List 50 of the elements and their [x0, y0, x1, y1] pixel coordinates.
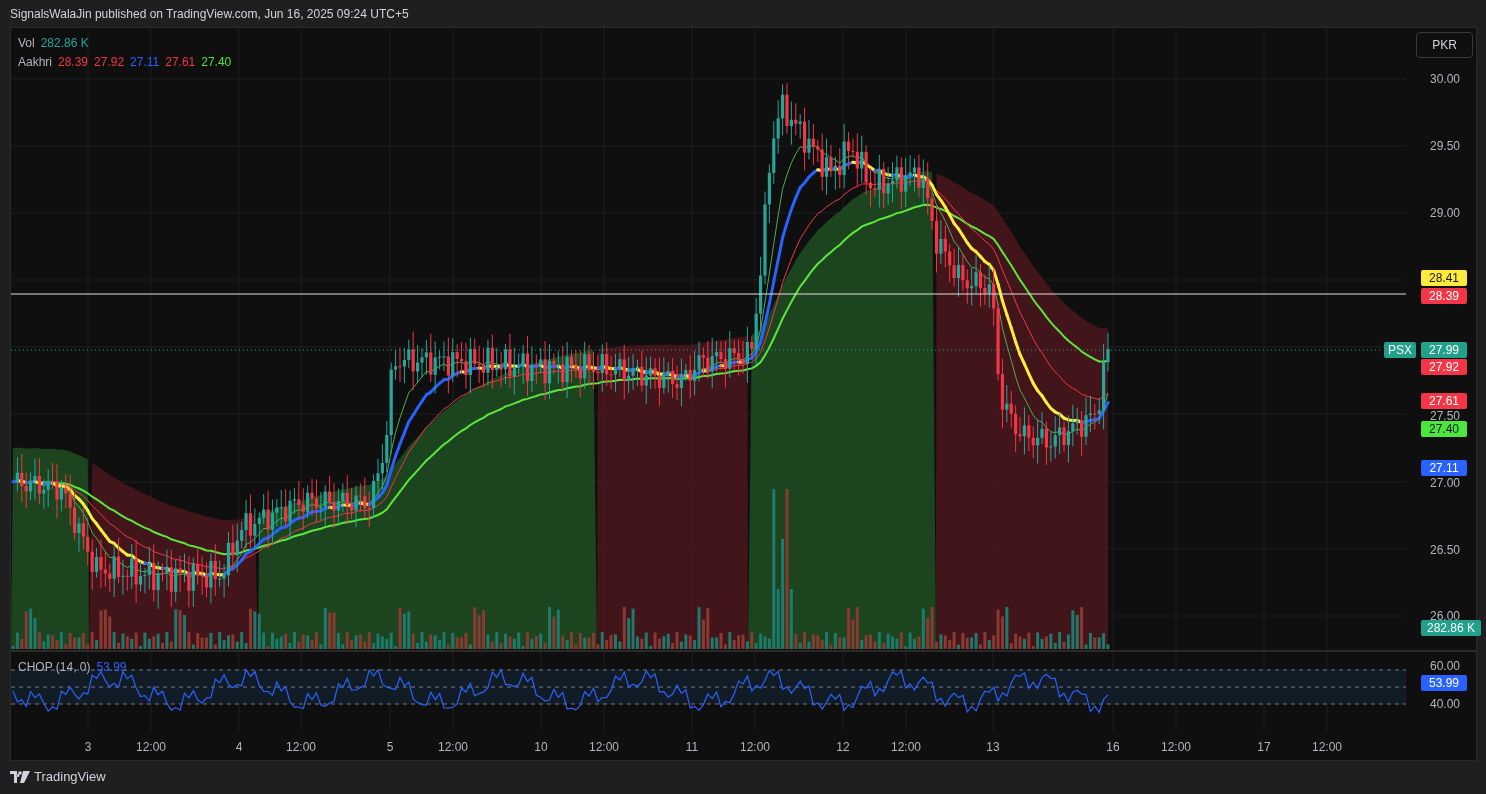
time-label: 12:00 — [890, 739, 922, 756]
currency-button[interactable]: PKR — [1416, 32, 1473, 58]
time-label: 11 — [684, 739, 700, 756]
price-badge: 27.99 — [1421, 342, 1467, 358]
price-badge: 27.92 — [1421, 359, 1467, 375]
price-label: 27.50 — [1429, 409, 1461, 423]
price-badge: 27.40 — [1421, 421, 1467, 437]
legend-value: 282.86 K — [40, 35, 89, 52]
price-badge: 282.86 K — [1421, 620, 1481, 636]
time-label: 12:00 — [1311, 739, 1343, 756]
legend-label: Vol — [18, 35, 35, 52]
time-label: 4 — [234, 739, 244, 756]
price-badge: 27.61 — [1421, 393, 1467, 409]
legend-value: 27.11 — [130, 54, 160, 71]
price-label: 26.50 — [1429, 543, 1461, 557]
price-label: 29.00 — [1429, 206, 1461, 220]
legend-value: 27.92 — [94, 54, 125, 71]
time-label: 10 — [533, 739, 549, 756]
price-label: 30.00 — [1429, 72, 1461, 86]
price-badge: 28.41 — [1421, 270, 1467, 286]
chop-value: 53.99 — [96, 659, 127, 676]
chop-badge: 53.99 — [1421, 675, 1467, 691]
tradingview-logo-icon — [10, 770, 30, 783]
time-label: 3 — [83, 739, 93, 756]
legend-value: 28.39 — [58, 54, 89, 71]
time-label: 12:00 — [588, 739, 620, 756]
time-label: 12 — [835, 739, 851, 756]
legend-value: 27.61 — [165, 54, 196, 71]
time-label: 12:00 — [285, 739, 317, 756]
price-label: 60.00 — [1429, 659, 1461, 673]
price-label: 40.00 — [1429, 697, 1461, 711]
time-label: 12:00 — [739, 739, 771, 756]
time-label: 12:00 — [135, 739, 167, 756]
price-label: 26.00 — [1429, 609, 1461, 623]
brand-name: TradingView — [34, 768, 106, 786]
chop-label: CHOP (14, 0) — [18, 659, 91, 676]
price-label: 29.50 — [1429, 139, 1461, 153]
time-label: 16 — [1105, 739, 1121, 756]
time-label: 13 — [985, 739, 1001, 756]
time-label: 17 — [1256, 739, 1272, 756]
price-badge: 27.11 — [1421, 460, 1467, 476]
legend-value: 27.40 — [201, 54, 232, 71]
legend-label: Aakhri — [18, 54, 52, 71]
price-label: 27.00 — [1429, 476, 1461, 490]
time-label: 12:00 — [437, 739, 469, 756]
time-label: 5 — [385, 739, 395, 756]
symbol-tag: PSX — [1384, 342, 1416, 358]
time-label: 12:00 — [1160, 739, 1192, 756]
price-badge: 28.39 — [1421, 288, 1467, 304]
publish-info: SignalsWalaJin published on TradingView.com, Jun 16, 2025 09:24 UTC+5 — [10, 6, 409, 23]
